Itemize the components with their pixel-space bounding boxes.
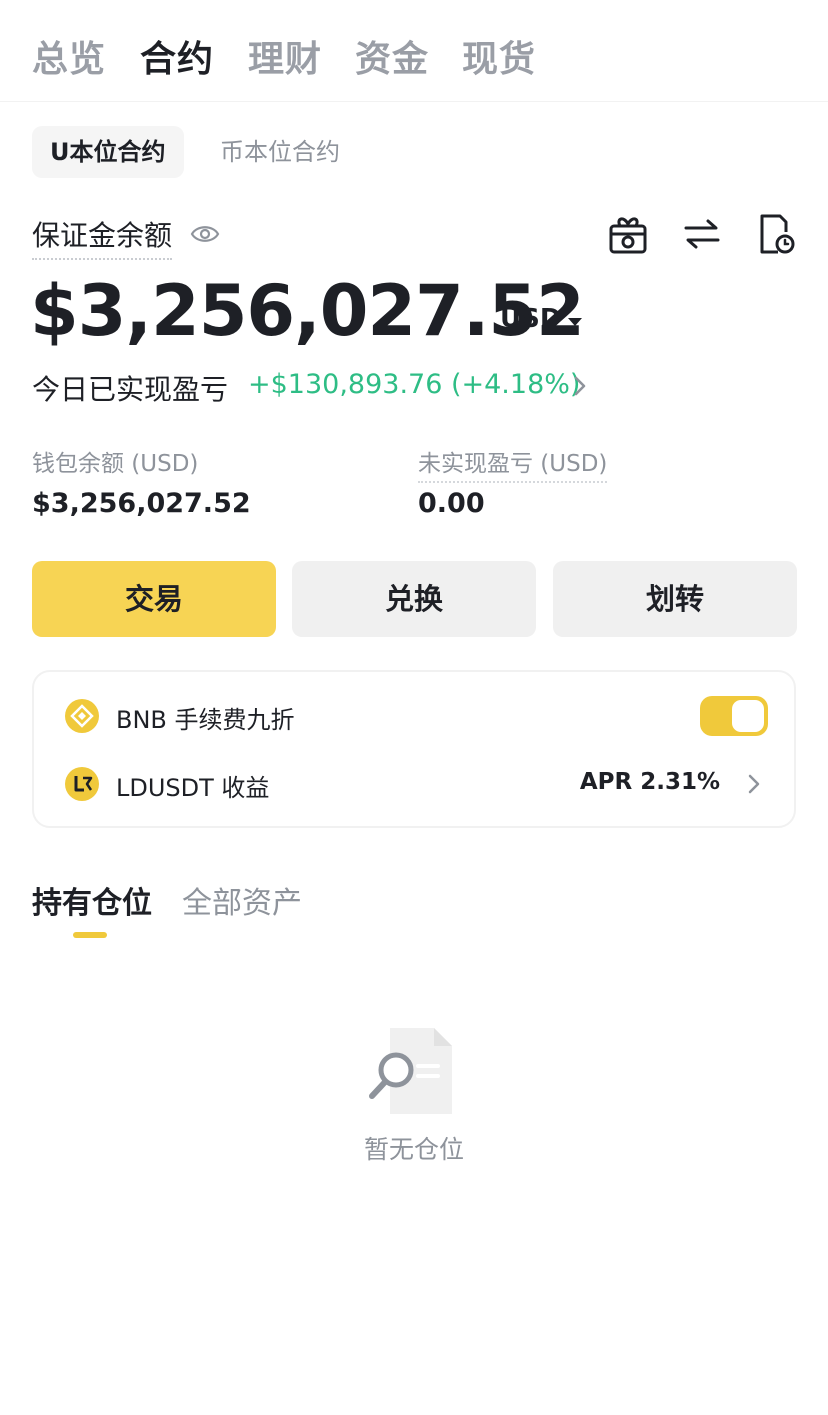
gift-camera-icon[interactable] [608,212,648,256]
top-tab-bar: 总览 合约 理财 资金 现货 [0,0,828,102]
today-pnl-label[interactable]: 今日已实现盈亏 [32,368,228,408]
document-clock-icon[interactable] [756,212,796,256]
swap-arrows-icon[interactable] [682,212,722,256]
wallet-balance-value: $3,256,027.52 [32,488,251,519]
active-tab-indicator [73,932,107,938]
ldusdt-earn-label: LDUSDT 收益 [116,774,270,802]
tab-coinm-futures[interactable]: 币本位合约 [220,126,340,178]
tab-funding[interactable]: 资金 [355,30,429,82]
bnb-discount-label: BNB 手续费九折 [116,706,295,734]
ldusdt-earn-row[interactable]: LDUSDT 收益 APR 2.31% [34,754,798,814]
transfer-button[interactable]: 划转 [553,561,797,637]
currency-selector[interactable]: USD [500,304,561,334]
ldusdt-coin-icon [64,766,100,802]
empty-state-text: 暂无仓位 [363,1135,464,1164]
chevron-right-icon[interactable] [568,372,592,400]
tab-all-assets[interactable]: 全部资产 [182,878,302,922]
tab-usdm-futures[interactable]: U本位合约 [32,126,184,178]
tab-overview[interactable]: 总览 [32,30,106,82]
empty-search-document-icon [364,1026,460,1118]
convert-button[interactable]: 兑换 [292,561,536,637]
bnb-coin-icon [64,698,100,734]
fee-earn-card: BNB 手续费九折 LDUSDT 收益 APR 2.31% [32,670,796,828]
toggle-knob [732,700,764,732]
caret-down-icon[interactable] [568,318,582,326]
chevron-right-icon[interactable] [744,770,764,798]
tab-earn[interactable]: 理财 [248,30,322,82]
bnb-discount-toggle[interactable] [700,696,768,736]
tab-holdings[interactable]: 持有仓位 [32,878,152,922]
unrealized-pnl-value: 0.00 [418,488,485,519]
margin-balance-label[interactable]: 保证金余额 [32,214,173,260]
trade-button[interactable]: 交易 [32,561,276,637]
apr-value: APR 2.31% [579,769,720,795]
tab-futures[interactable]: 合约 [140,30,214,82]
unrealized-pnl-label[interactable]: 未实现盈亏 (USD) [418,444,608,483]
today-pnl-value[interactable]: +$130,893.76 (+4.18%) [248,369,580,400]
eye-icon[interactable] [190,222,220,246]
wallet-balance-label: 钱包余额 (USD) [32,451,199,477]
tab-spot[interactable]: 现货 [462,30,536,82]
bnb-discount-row: BNB 手续费九折 [34,686,798,746]
